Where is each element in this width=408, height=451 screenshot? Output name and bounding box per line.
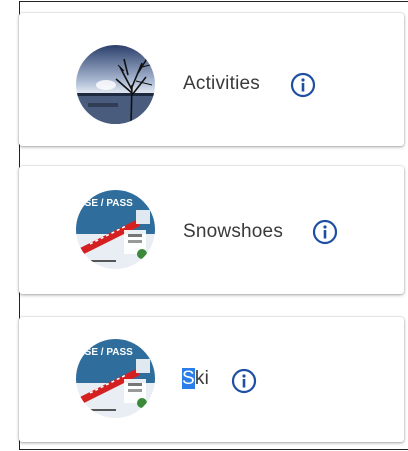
activity-card-activities[interactable]: Activities	[19, 13, 404, 146]
text-selection: S	[182, 368, 195, 389]
snowshoes-thumbnail: SSE / PASS	[76, 190, 155, 269]
activity-label: Snowshoes	[183, 221, 284, 242]
lake-tree-image	[76, 45, 155, 124]
info-icon[interactable]	[312, 219, 338, 245]
info-icon[interactable]	[290, 72, 316, 98]
activities-thumbnail	[76, 45, 155, 124]
activity-card-ski[interactable]: SSE / PASS Ski	[19, 317, 404, 442]
poster-text: SSE / PASS	[78, 198, 133, 209]
activity-label: Activities	[183, 73, 260, 94]
ski-thumbnail: SSE / PASS	[76, 339, 155, 418]
label-rest: ki	[194, 368, 209, 389]
pass-poster-image: SSE / PASS	[76, 190, 155, 269]
info-icon[interactable]	[231, 368, 257, 394]
activity-label: Ski	[182, 368, 209, 390]
pass-poster-image: SSE / PASS	[76, 339, 155, 418]
poster-text: SSE / PASS	[78, 347, 133, 358]
activity-card-snowshoes[interactable]: SSE / PASS Snowshoes	[19, 166, 404, 294]
